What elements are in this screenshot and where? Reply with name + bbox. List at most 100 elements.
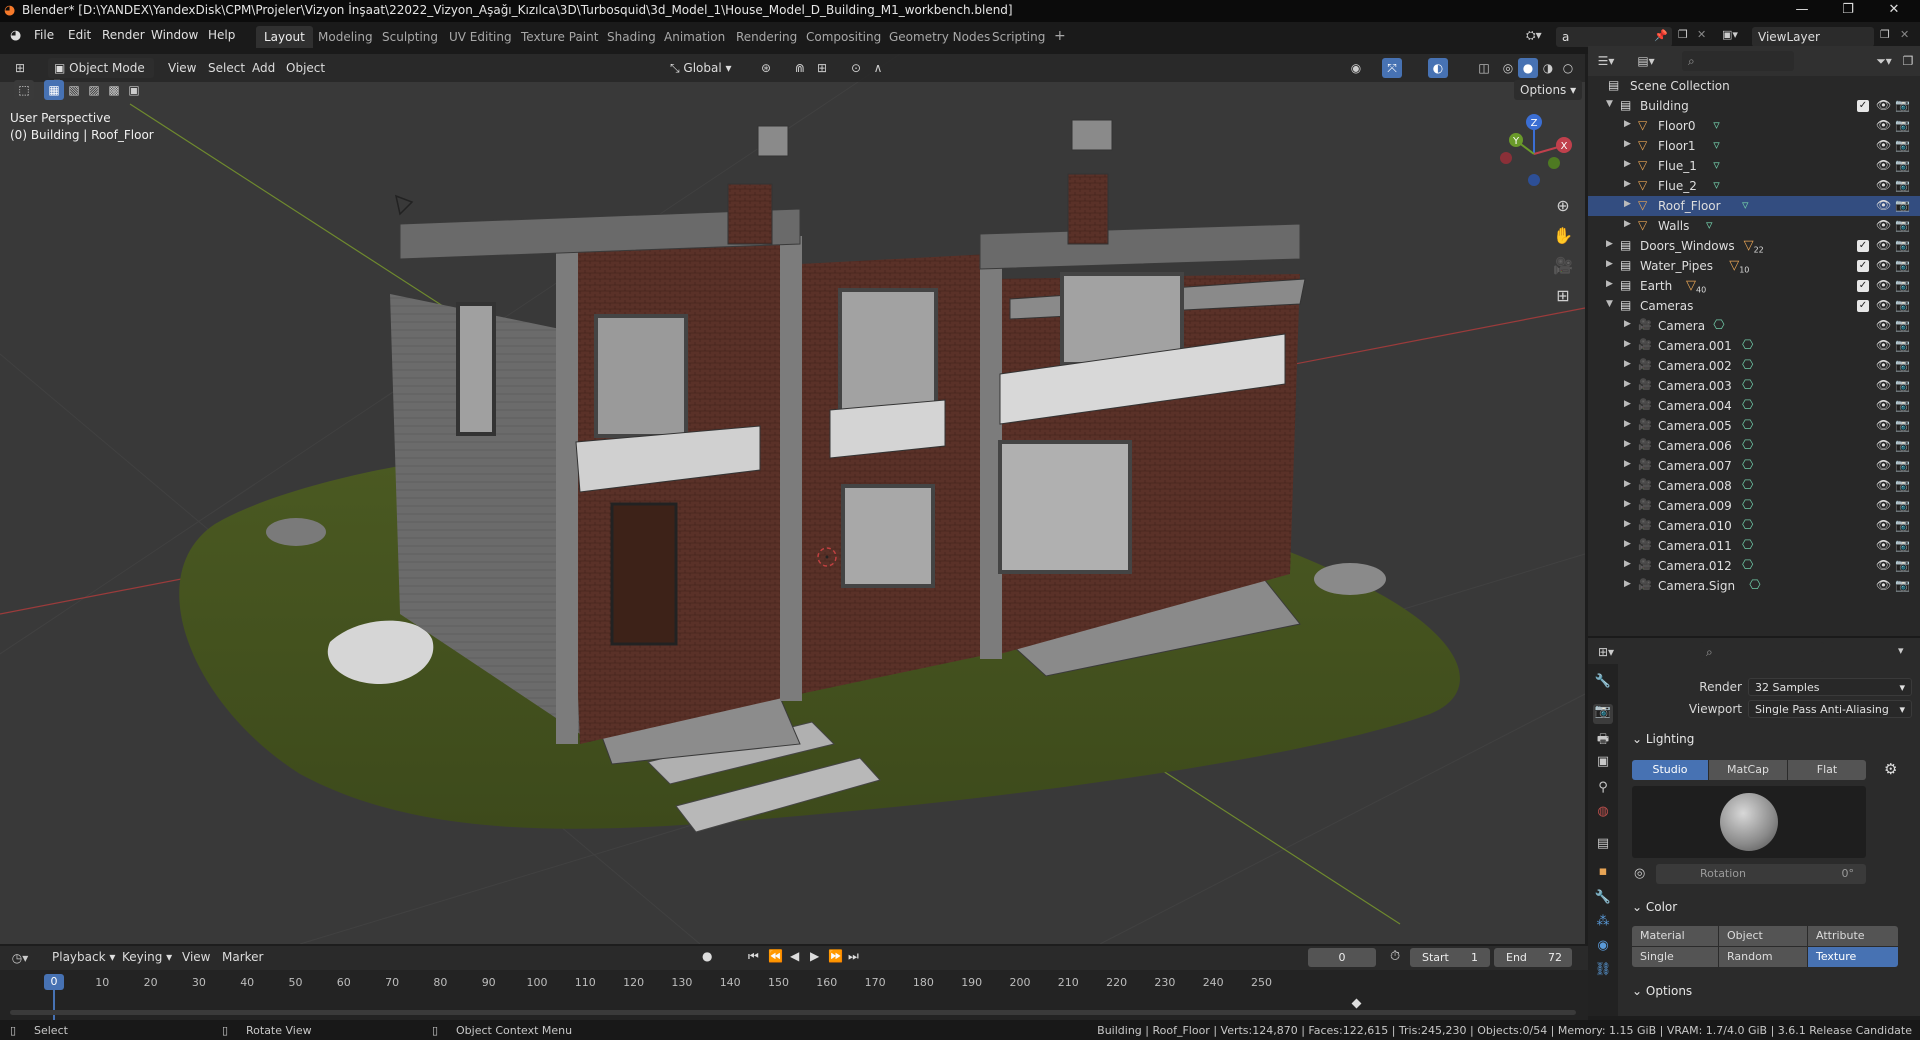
- outliner-row-camera-003[interactable]: ▶ 🎥 Camera.003 ⎔ 👁 📷: [1588, 376, 1920, 396]
- select-box-icon[interactable]: ▦: [44, 80, 64, 100]
- expand-arrow-icon[interactable]: ▶: [1624, 519, 1631, 529]
- outliner-row-camera-007[interactable]: ▶ 🎥 Camera.007 ⎔ 👁 📷: [1588, 456, 1920, 476]
- delete-scene-icon[interactable]: ✕: [1697, 28, 1706, 41]
- overlay-toggle-icon[interactable]: ◐: [1428, 58, 1448, 78]
- expand-arrow-icon[interactable]: ▶: [1624, 579, 1631, 589]
- proportional-edit-icon[interactable]: ⊙: [846, 58, 866, 78]
- expand-arrow-icon[interactable]: ▶: [1624, 179, 1631, 189]
- expand-arrow-icon[interactable]: ▶: [1624, 419, 1631, 429]
- render-camera-icon[interactable]: 📷: [1895, 178, 1910, 192]
- expand-arrow-icon[interactable]: ▶: [1606, 239, 1613, 249]
- menu-edit[interactable]: Edit: [68, 28, 91, 42]
- render-camera-icon[interactable]: 📷: [1895, 418, 1910, 432]
- expand-arrow-icon[interactable]: ▶: [1624, 479, 1631, 489]
- menu-timeline-view[interactable]: View: [182, 950, 210, 964]
- eye-icon[interactable]: 👁: [1876, 538, 1891, 552]
- expand-arrow-icon[interactable]: ▶: [1606, 279, 1613, 289]
- expand-arrow-icon[interactable]: ▶: [1624, 559, 1631, 569]
- render-camera-icon[interactable]: 📷: [1895, 538, 1910, 552]
- render-camera-icon[interactable]: 📷: [1895, 498, 1910, 512]
- camera-data-icon[interactable]: ⎔: [1742, 338, 1753, 353]
- new-scene-icon[interactable]: ❐: [1678, 28, 1688, 41]
- orientation-selector[interactable]: ⤡ Global ▾: [664, 58, 744, 78]
- render-camera-icon[interactable]: 📷: [1895, 558, 1910, 572]
- constraints-tab-icon[interactable]: ⛓: [1593, 962, 1613, 982]
- timeline-type-icon[interactable]: ◷▾: [10, 948, 30, 968]
- chevron-down-icon[interactable]: ▾: [1898, 644, 1904, 657]
- mesh-data-icon[interactable]: ▿: [1713, 158, 1720, 173]
- select-invert-icon[interactable]: ▩: [104, 80, 124, 100]
- camera-data-icon[interactable]: ⎔: [1742, 558, 1753, 573]
- outliner-search[interactable]: ⌕: [1682, 51, 1794, 71]
- expand-arrow-icon[interactable]: ▶: [1624, 119, 1631, 129]
- render-camera-icon[interactable]: 📷: [1895, 278, 1910, 292]
- camera-data-icon[interactable]: ⎔: [1742, 458, 1753, 473]
- color-random-button[interactable]: Random: [1719, 947, 1807, 967]
- eye-icon[interactable]: 👁: [1876, 278, 1891, 292]
- children-count-icon[interactable]: ▽40: [1686, 278, 1706, 295]
- tab-modeling[interactable]: Modeling: [310, 26, 381, 48]
- pin-icon[interactable]: 📌: [1654, 29, 1668, 42]
- eye-icon[interactable]: 👁: [1876, 558, 1891, 572]
- outliner-row-camera-006[interactable]: ▶ 🎥 Camera.006 ⎔ 👁 📷: [1588, 436, 1920, 456]
- eye-icon[interactable]: 👁: [1876, 298, 1891, 312]
- expand-arrow-icon[interactable]: ▶: [1624, 339, 1631, 349]
- eye-icon[interactable]: 👁: [1876, 198, 1891, 212]
- render-camera-icon[interactable]: 📷: [1895, 158, 1910, 172]
- blender-menu-icon[interactable]: ◕: [10, 28, 21, 43]
- eye-icon[interactable]: 👁: [1876, 178, 1891, 192]
- render-camera-icon[interactable]: 📷: [1895, 118, 1910, 132]
- outliner-row-camera-009[interactable]: ▶ 🎥 Camera.009 ⎔ 👁 📷: [1588, 496, 1920, 516]
- output-tab-icon[interactable]: 🖶: [1593, 730, 1613, 750]
- exclude-checkbox[interactable]: ✓: [1857, 100, 1869, 112]
- expand-arrow-icon[interactable]: ▶: [1624, 379, 1631, 389]
- snap-target-icon[interactable]: ⊞: [812, 58, 832, 78]
- view-layer-tab-icon[interactable]: ▣: [1593, 754, 1613, 774]
- expand-arrow-icon[interactable]: ▶: [1624, 439, 1631, 449]
- menu-marker[interactable]: Marker: [222, 950, 263, 964]
- outliner-row-roof-floor[interactable]: ▶ ▽ Roof_Floor ▿ 👁 📷: [1588, 196, 1920, 216]
- camera-data-icon[interactable]: ⎔: [1742, 478, 1753, 493]
- new-view-layer-icon[interactable]: ❐: [1880, 28, 1890, 41]
- outliner-row-doors-windows[interactable]: ▶ ▤ Doors_Windows ▽22 ✓ 👁 📷: [1588, 236, 1920, 256]
- menu-file[interactable]: File: [34, 28, 54, 42]
- mode-selector[interactable]: ▣ Object Mode ▾: [48, 58, 154, 89]
- render-camera-icon[interactable]: 📷: [1895, 98, 1910, 112]
- outliner-row-walls[interactable]: ▶ ▽ Walls ▿ 👁 📷: [1588, 216, 1920, 236]
- children-count-icon[interactable]: ▽10: [1729, 258, 1749, 275]
- options-section-header[interactable]: ⌄ Options: [1632, 984, 1692, 998]
- expand-arrow-icon[interactable]: ▶: [1624, 319, 1631, 329]
- tab-shading[interactable]: Shading: [599, 26, 664, 48]
- wireframe-shading-icon[interactable]: ◎: [1498, 58, 1518, 78]
- minimize-icon[interactable]: —: [1782, 2, 1822, 17]
- collapse-arrow-icon[interactable]: ▼: [1606, 299, 1613, 309]
- play-reverse-icon[interactable]: ◀: [790, 949, 799, 963]
- camera-data-icon[interactable]: ⎔: [1742, 518, 1753, 533]
- outliner-row-camera-sign[interactable]: ▶ 🎥 Camera.Sign ⎔ 👁 📷: [1588, 576, 1920, 596]
- jump-end-icon[interactable]: ⏭: [848, 949, 859, 964]
- eye-icon[interactable]: 👁: [1876, 218, 1891, 232]
- outliner-row-flue-2[interactable]: ▶ ▽ Flue_2 ▿ 👁 📷: [1588, 176, 1920, 196]
- collapse-arrow-icon[interactable]: ▼: [1606, 99, 1613, 109]
- lighting-studio-button[interactable]: Studio: [1632, 760, 1708, 780]
- tab-sculpting[interactable]: Sculpting: [374, 26, 446, 48]
- exclude-checkbox[interactable]: ✓: [1857, 240, 1869, 252]
- particles-tab-icon[interactable]: ⁂: [1593, 914, 1613, 934]
- eye-icon[interactable]: 👁: [1876, 98, 1891, 112]
- eye-icon[interactable]: 👁: [1876, 398, 1891, 412]
- render-camera-icon[interactable]: 📷: [1895, 238, 1910, 252]
- mesh-data-icon[interactable]: ▿: [1742, 198, 1749, 213]
- pivot-icon[interactable]: ⊛: [756, 58, 776, 78]
- outliner-row-floor1[interactable]: ▶ ▽ Floor1 ▿ 👁 📷: [1588, 136, 1920, 156]
- render-camera-icon[interactable]: 📷: [1895, 298, 1910, 312]
- outliner-row-water-pipes[interactable]: ▶ ▤ Water_Pipes ▽10 ✓ 👁 📷: [1588, 256, 1920, 276]
- select-tool-icon[interactable]: ⬚: [14, 80, 34, 100]
- scene-icon[interactable]: ⛭▾: [1526, 28, 1542, 43]
- object-tab-icon[interactable]: ▪: [1593, 864, 1613, 884]
- camera-data-icon[interactable]: ⎔: [1742, 538, 1753, 553]
- outliner-row-camera-012[interactable]: ▶ 🎥 Camera.012 ⎔ 👁 📷: [1588, 556, 1920, 576]
- tab-uv-editing[interactable]: UV Editing: [441, 26, 520, 48]
- exclude-checkbox[interactable]: ✓: [1857, 280, 1869, 292]
- eye-icon[interactable]: 👁: [1876, 438, 1891, 452]
- xray-icon[interactable]: ◫: [1474, 58, 1494, 78]
